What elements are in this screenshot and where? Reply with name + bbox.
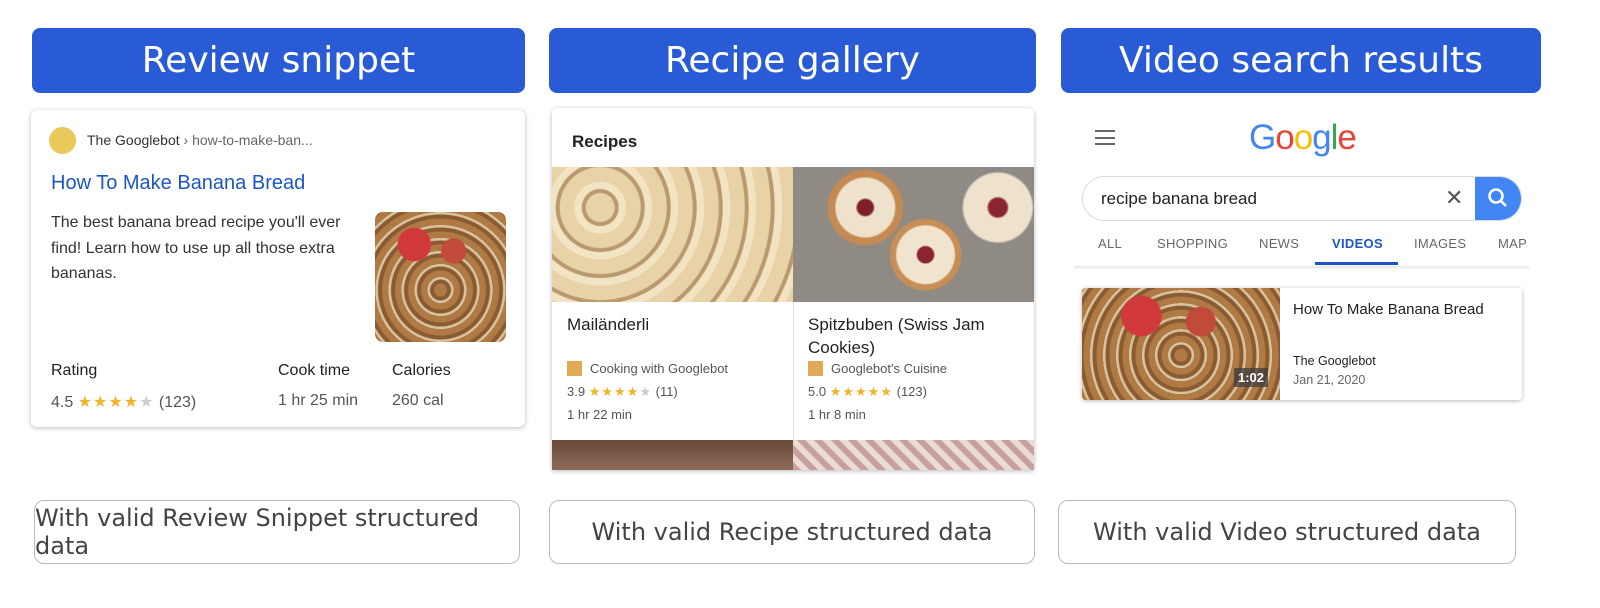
recipe-rating-count: (123)	[896, 384, 927, 399]
tab-news[interactable]: NEWS	[1259, 236, 1299, 251]
video-date: Jan 21, 2020	[1293, 373, 1366, 387]
search-box[interactable]: recipe banana bread ✕	[1082, 176, 1522, 221]
video-title[interactable]: How To Make Banana Bread	[1293, 301, 1484, 318]
video-results-header: Video search results	[1061, 28, 1541, 93]
tab-all[interactable]: ALL	[1098, 236, 1122, 251]
recipe-caption: With valid Recipe structured data	[549, 500, 1035, 564]
video-duration-badge: 1:02	[1234, 368, 1269, 387]
video-result-card[interactable]: 1:02 How To Make Banana Bread The Google…	[1082, 288, 1522, 400]
next-recipe-image[interactable]	[552, 440, 793, 470]
recipe-source: Googlebot's Cuisine	[831, 361, 947, 376]
next-recipe-image[interactable]	[793, 440, 1034, 470]
recipe-rating-count: (11)	[655, 384, 678, 399]
search-input[interactable]: recipe banana bread	[1101, 189, 1257, 209]
tab-images[interactable]: IMAGES	[1414, 236, 1466, 251]
result-title-link[interactable]: How To Make Banana Bread	[51, 172, 305, 195]
review-caption: With valid Review Snippet structured dat…	[34, 500, 520, 564]
star-rating-icon: ★★★★★	[829, 384, 893, 399]
site-name: The Googlebot	[87, 132, 180, 148]
recipes-heading: Recipes	[572, 132, 638, 151]
video-channel: The Googlebot	[1293, 354, 1376, 368]
source-favicon-icon	[808, 361, 823, 376]
tab-shopping[interactable]: SHOPPING	[1157, 236, 1228, 251]
mailanderli-image[interactable]	[552, 167, 793, 302]
recipe-title: Mailänderli	[567, 315, 650, 334]
star-rating-icon: ★★★★★	[588, 384, 652, 399]
banana-bread-thumbnail	[375, 212, 506, 342]
spitzbuben-image[interactable]	[793, 167, 1034, 302]
video-caption: With valid Video structured data	[1058, 500, 1516, 564]
recipe-item[interactable]: Mailänderli Cooking with Googlebot 3.9 ★…	[567, 313, 787, 422]
divider	[793, 302, 794, 440]
hamburger-menu-icon[interactable]	[1095, 130, 1115, 145]
search-icon	[1488, 188, 1507, 207]
rating-count: (123)	[158, 394, 197, 411]
cook-time-value: 1 hr 25 min	[278, 392, 359, 409]
active-tab-indicator	[1315, 262, 1398, 265]
review-snippet-header: Review snippet	[32, 28, 525, 93]
result-description: The best banana bread recipe you'll ever…	[51, 214, 341, 282]
review-snippet-card: The Googlebot › how-to-make-ban... How T…	[31, 110, 525, 427]
recipe-item[interactable]: Spitzbuben (Swiss Jam Cookies) Googlebot…	[808, 313, 1028, 422]
search-button[interactable]	[1475, 177, 1521, 220]
source-favicon-icon	[567, 361, 582, 376]
cook-time-label: Cook time	[278, 362, 351, 379]
rating-value: 4.5	[51, 394, 74, 411]
rating-label: Rating	[51, 362, 98, 379]
tab-maps[interactable]: MAPS	[1498, 236, 1528, 251]
site-favicon-icon	[49, 127, 76, 154]
tab-videos[interactable]: VIDEOS	[1332, 236, 1383, 251]
calories-label: Calories	[392, 362, 451, 379]
site-breadcrumb[interactable]: The Googlebot › how-to-make-ban...	[87, 132, 313, 148]
star-rating-icon: ★★★★★	[77, 394, 155, 411]
recipe-rating: 5.0	[808, 384, 827, 399]
google-logo: Google	[1249, 118, 1357, 157]
recipe-time: 1 hr 22 min	[567, 407, 633, 422]
divider	[1074, 266, 1529, 270]
site-path: › how-to-make-ban...	[183, 132, 313, 148]
recipe-gallery-header: Recipe gallery	[549, 28, 1036, 93]
recipe-rating: 3.9	[567, 384, 586, 399]
recipe-time: 1 hr 8 min	[808, 407, 866, 422]
recipe-title: Spitzbuben (Swiss Jam Cookies)	[808, 315, 985, 357]
recipe-source: Cooking with Googlebot	[590, 361, 729, 376]
calories-value: 260 cal	[392, 392, 444, 409]
clear-search-icon[interactable]: ✕	[1445, 185, 1463, 211]
rating-row: 4.5 ★★★★★ (123)	[51, 392, 196, 412]
recipe-gallery-card: Recipes Mailänderli Cooking with Googleb…	[552, 108, 1034, 470]
